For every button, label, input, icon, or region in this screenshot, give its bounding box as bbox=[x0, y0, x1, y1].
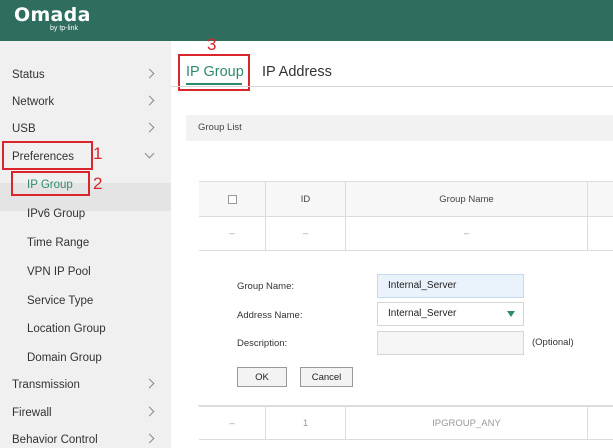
optional-hint: (Optional) bbox=[532, 337, 574, 348]
annotation-box-1 bbox=[2, 141, 93, 170]
annotation-number-2: 2 bbox=[93, 174, 103, 193]
chevron-right-icon bbox=[144, 95, 155, 106]
annotation-number-3: 3 bbox=[207, 35, 217, 54]
table-cell: 1 bbox=[266, 407, 346, 439]
chevron-right-icon bbox=[144, 406, 155, 417]
sidebar-item-label: Firewall bbox=[12, 407, 52, 419]
dropdown-arrow-icon bbox=[507, 311, 515, 317]
sidebar: Status Network USB Preferences IP Group … bbox=[0, 41, 171, 448]
table-cell: – bbox=[199, 407, 266, 439]
header-group-name: Group Name bbox=[346, 182, 588, 216]
sidebar-item-label: Transmission bbox=[12, 379, 80, 391]
omada-logo: Omada bbox=[14, 4, 91, 26]
sidebar-item-label: USB bbox=[12, 123, 36, 135]
tab-ip-address[interactable]: IP Address bbox=[262, 64, 332, 80]
chevron-right-icon bbox=[144, 378, 155, 389]
table-cell: – bbox=[266, 217, 346, 250]
description-label: Description: bbox=[237, 338, 288, 349]
table-cell: – bbox=[346, 217, 588, 250]
address-name-value: Internal_Server bbox=[388, 308, 457, 319]
address-name-label: Address Name: bbox=[237, 310, 303, 321]
active-tab-indicator bbox=[186, 83, 242, 85]
chevron-right-icon bbox=[144, 68, 155, 79]
logo-subtitle: by tp-link bbox=[50, 25, 79, 32]
sidebar-item-label: Domain Group bbox=[27, 352, 102, 364]
table-header: ID Group Name bbox=[199, 181, 613, 217]
chevron-down-icon bbox=[144, 148, 155, 159]
sidebar-item-label: VPN IP Pool bbox=[27, 266, 91, 278]
table-cell: IPGROUP_ANY bbox=[346, 407, 588, 439]
group-name-input[interactable]: Internal_Server bbox=[377, 274, 524, 298]
select-all-checkbox[interactable] bbox=[227, 194, 237, 204]
tab-ip-group[interactable]: IP Group bbox=[186, 64, 244, 80]
address-name-select[interactable]: Internal_Server bbox=[377, 302, 524, 326]
tab-divider bbox=[171, 86, 613, 87]
sidebar-item-label: Behavior Control bbox=[12, 434, 98, 446]
ok-button[interactable]: OK bbox=[237, 367, 287, 387]
table-cell: – bbox=[199, 217, 266, 250]
table-row: – – – bbox=[199, 217, 613, 251]
description-input[interactable] bbox=[377, 331, 524, 355]
sidebar-item-label: Location Group bbox=[27, 323, 106, 335]
annotation-box-2 bbox=[11, 171, 90, 196]
annotation-number-1: 1 bbox=[93, 144, 103, 163]
sidebar-item-label: IPv6 Group bbox=[27, 208, 86, 220]
header-select-all bbox=[199, 182, 266, 216]
cancel-button[interactable]: Cancel bbox=[300, 367, 353, 387]
sidebar-item-label: Network bbox=[12, 96, 55, 108]
sidebar-item-label: Time Range bbox=[27, 237, 90, 249]
table-row[interactable]: – 1 IPGROUP_ANY bbox=[199, 406, 613, 440]
sidebar-item-label: Status bbox=[12, 69, 45, 81]
chevron-right-icon bbox=[144, 433, 155, 444]
sidebar-item-label: Service Type bbox=[27, 295, 94, 307]
top-bar: Omada by tp-link bbox=[0, 0, 613, 41]
group-list-title: Group List bbox=[198, 122, 242, 133]
group-name-label: Group Name: bbox=[237, 281, 295, 292]
add-group-form: Group Name: Internal_Server Address Name… bbox=[198, 251, 613, 406]
header-id: ID bbox=[266, 182, 346, 216]
group-list-header: Group List bbox=[186, 115, 613, 141]
chevron-right-icon bbox=[144, 122, 155, 133]
